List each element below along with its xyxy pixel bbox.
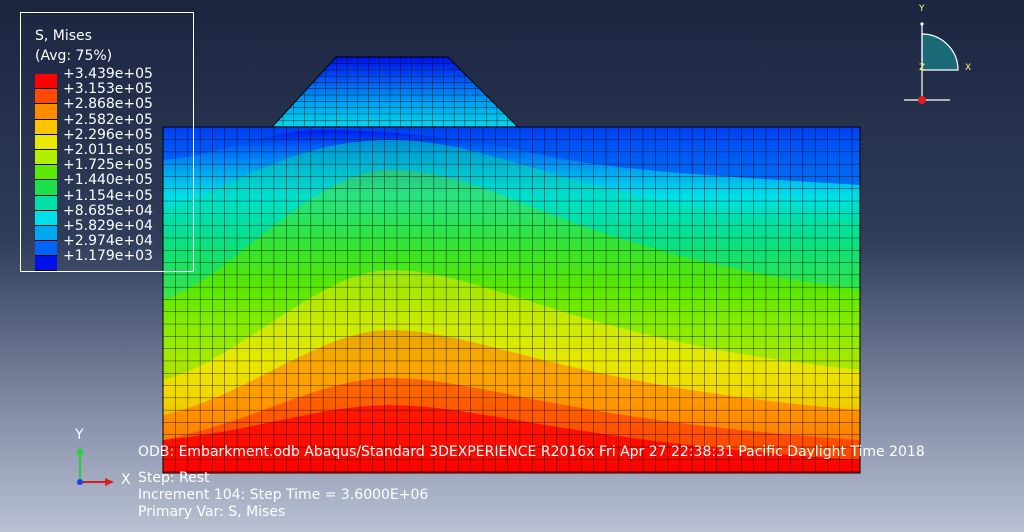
legend-value: +3.439e+05	[63, 66, 153, 82]
axis-x-label: X	[121, 472, 131, 488]
x-arrow-head	[105, 478, 114, 486]
triad-y-label: Y	[919, 4, 925, 14]
legend-value: +2.868e+05	[63, 96, 153, 113]
viewport-info: ODB: Embarkment.odb Abaqus/Standard 3DEX…	[138, 444, 1024, 521]
legend-swatch	[35, 195, 57, 211]
y-arrow-head	[76, 446, 84, 455]
legend-swatch	[35, 241, 57, 257]
legend-value: +1.725e+05	[63, 157, 153, 174]
axis-y-label: Y	[75, 427, 84, 443]
odb-info-line: ODB: Embarkment.odb Abaqus/Standard 3DEX…	[138, 444, 925, 460]
legend-swatch	[35, 119, 57, 135]
viewport[interactable]: S, Mises (Avg: 75%) +3.439e+05 +3.153e+05…	[0, 0, 1024, 532]
increment-line: Increment 104: Step Time = 3.6000E+06	[138, 487, 429, 503]
legend-value: +5.829e+04	[63, 217, 153, 234]
legend-swatch	[35, 104, 57, 120]
legend-swatch	[35, 210, 57, 226]
embankment-body	[270, 56, 520, 128]
legend-color-bar	[35, 74, 57, 272]
legend-swatch	[35, 134, 57, 150]
view-triad[interactable]	[900, 4, 990, 112]
triad-z-label: Z	[919, 63, 926, 73]
legend-value: +2.974e+04	[63, 233, 153, 250]
legend-value: +2.296e+05	[63, 126, 153, 143]
legend-swatch	[35, 149, 57, 166]
legend-title: S, Mises	[35, 28, 92, 44]
triad-y-marker	[920, 22, 924, 26]
triad-quarter-disc	[921, 33, 959, 71]
foundation-body	[163, 127, 860, 473]
legend-value: +8.685e+04	[63, 202, 153, 219]
legend-swatch	[35, 89, 57, 105]
legend-swatch	[35, 180, 57, 196]
triad-x-label: X	[965, 63, 972, 73]
legend-labels: +3.439e+05 +3.153e+05 +2.868e+05 +2.582e+05…	[63, 66, 153, 265]
contour-legend[interactable]: S, Mises (Avg: 75%) +3.439e+05 +3.153e+05…	[20, 12, 194, 272]
legend-value: +2.011e+05	[63, 141, 153, 158]
legend-swatch	[35, 74, 57, 90]
legend-swatch	[35, 225, 57, 242]
legend-averaging: (Avg: 75%)	[35, 48, 113, 64]
z-axis-marker	[77, 479, 83, 485]
legend-value: +1.440e+05	[63, 172, 153, 189]
legend-swatch	[35, 165, 57, 181]
legend-value: +1.154e+05	[63, 187, 153, 204]
legend-value: +1.179e+03	[63, 248, 153, 265]
legend-value: +3.153e+05	[63, 81, 153, 98]
legend-value: +2.582e+05	[63, 111, 153, 128]
step-line: Step: Rest	[138, 470, 210, 486]
primary-var-line: Primary Var: S, Mises	[138, 504, 286, 520]
triad-origin-marker	[918, 96, 926, 104]
legend-swatch	[35, 256, 57, 272]
